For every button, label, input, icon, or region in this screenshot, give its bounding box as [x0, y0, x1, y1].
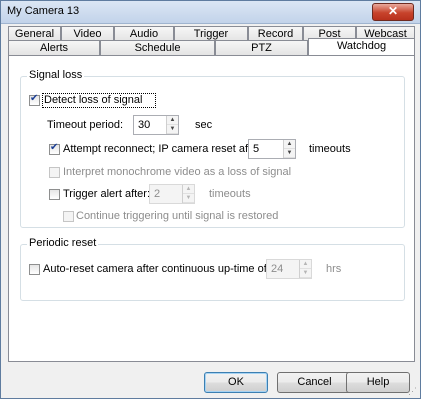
trigger-alert-label[interactable]: Trigger alert after: [63, 188, 150, 200]
reconnect-value: 5 [253, 143, 260, 155]
spin-up-icon[interactable]: ▲ [284, 140, 295, 149]
watchdog-panel: Signal loss Detect loss of signal Timeou… [8, 55, 415, 362]
auto-reset-label[interactable]: Auto-reset camera after continuous up-ti… [43, 263, 267, 275]
timeout-period-value: 30 [138, 119, 151, 131]
auto-reset-checkbox[interactable] [29, 264, 40, 275]
continue-triggering-checkbox[interactable] [63, 211, 74, 222]
spin-up-icon[interactable]: ▲ [183, 185, 194, 194]
detect-loss-label[interactable]: Detect loss of signal [44, 94, 142, 106]
tab-general[interactable]: General [8, 26, 61, 41]
tab-ptz[interactable]: PTZ [215, 40, 308, 55]
signal-loss-label: Signal loss [27, 69, 85, 81]
detect-loss-checkbox[interactable] [29, 93, 40, 106]
spin-down-icon[interactable]: ▼ [167, 125, 178, 134]
periodic-reset-label: Periodic reset [27, 237, 99, 249]
tab-trigger-profiles[interactable]: Trigger profiles [174, 26, 248, 54]
periodic-reset-group: Periodic reset Auto-reset camera after c… [20, 237, 405, 301]
tab-alerts[interactable]: Alerts [8, 40, 100, 55]
auto-reset-value: 24 [271, 263, 284, 275]
tab-record[interactable]: Record [248, 26, 303, 41]
resize-grip-icon[interactable]: ⋰ [408, 386, 418, 396]
spinner-arrows[interactable]: ▲ ▼ [166, 116, 178, 134]
help-button[interactable]: Help [346, 372, 410, 393]
spinner-arrows[interactable]: ▲ ▼ [283, 140, 295, 158]
attempt-reconnect-label[interactable]: Attempt reconnect; IP camera reset after… [63, 143, 264, 155]
trigger-alert-spinner[interactable]: 2 ▲ ▼ [149, 184, 195, 204]
spin-up-icon[interactable]: ▲ [300, 260, 311, 269]
spin-up-icon[interactable]: ▲ [167, 116, 178, 125]
monochrome-label[interactable]: Interpret monochrome video as a loss of … [63, 166, 291, 178]
tab-schedule[interactable]: Schedule [100, 40, 215, 55]
window-title: My Camera 13 [7, 5, 80, 17]
spin-down-icon[interactable]: ▼ [183, 194, 194, 203]
dialog-window: My Camera 13 ✕ General Video Audio Trigg… [0, 0, 421, 399]
timeout-period-label: Timeout period: [47, 119, 124, 131]
tab-row-2: Alerts Schedule PTZ Watchdog [8, 38, 415, 55]
title-bar[interactable]: My Camera 13 ✕ [1, 1, 420, 24]
cancel-button[interactable]: Cancel [277, 372, 352, 393]
spinner-arrows[interactable]: ▲ ▼ [299, 260, 311, 278]
reconnect-spinner[interactable]: 5 ▲ ▼ [248, 139, 296, 159]
spin-down-icon[interactable]: ▼ [300, 269, 311, 278]
tab-audio[interactable]: Audio [114, 26, 174, 41]
ok-button[interactable]: OK [204, 372, 268, 393]
auto-reset-unit-label: hrs [326, 263, 342, 275]
tab-video[interactable]: Video [61, 26, 114, 41]
auto-reset-spinner[interactable]: 24 ▲ ▼ [266, 259, 312, 279]
monochrome-checkbox[interactable] [49, 167, 60, 178]
reconnect-unit-label: timeouts [309, 143, 351, 155]
spinner-arrows[interactable]: ▲ ▼ [182, 185, 194, 203]
continue-triggering-label[interactable]: Continue triggering until signal is rest… [76, 210, 278, 222]
trigger-alert-value: 2 [154, 188, 161, 200]
timeout-unit-label: sec [195, 119, 213, 131]
attempt-reconnect-checkbox[interactable] [49, 142, 60, 155]
trigger-unit-label: timeouts [209, 188, 251, 200]
close-button[interactable]: ✕ [372, 3, 414, 21]
tab-watchdog[interactable]: Watchdog [308, 38, 415, 55]
spin-down-icon[interactable]: ▼ [284, 149, 295, 158]
signal-loss-group: Signal loss Detect loss of signal Timeou… [20, 69, 405, 228]
trigger-alert-checkbox[interactable] [49, 189, 60, 200]
timeout-period-spinner[interactable]: 30 ▲ ▼ [133, 115, 179, 135]
close-icon: ✕ [387, 4, 399, 18]
